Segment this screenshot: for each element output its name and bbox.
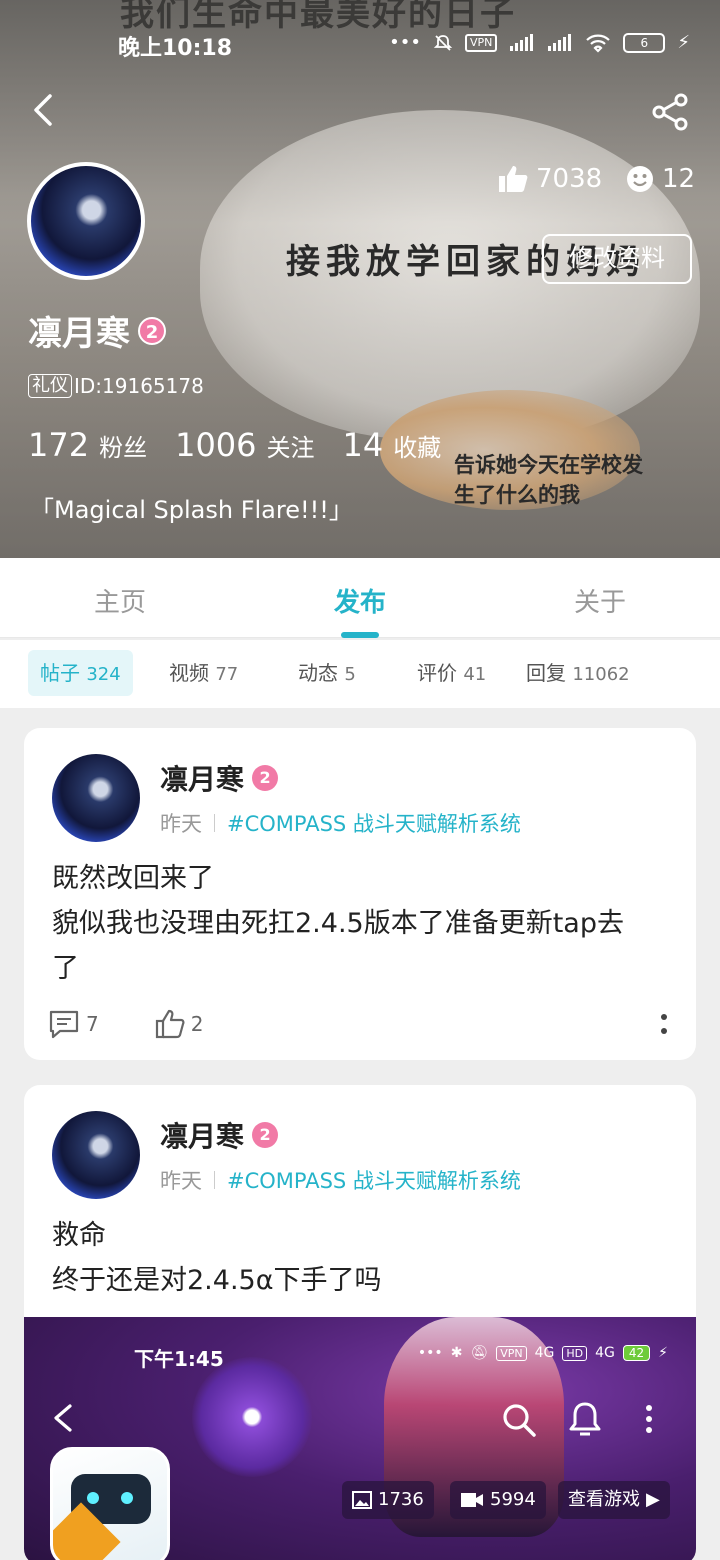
- battery-icon: 6: [623, 32, 666, 53]
- active-tab-indicator: [341, 632, 379, 638]
- tab-posts[interactable]: 发布: [240, 582, 480, 619]
- following-label[interactable]: 关注: [267, 428, 315, 463]
- profile-avatar[interactable]: [27, 162, 145, 280]
- post-topic-link[interactable]: #COMPASS 战斗天赋解析系统: [227, 808, 521, 838]
- profile-likes: 7038: [498, 164, 602, 194]
- charging-icon: ⚡: [677, 32, 690, 53]
- post-time: 昨天: [160, 812, 202, 836]
- image-count-pill: 1736: [342, 1481, 434, 1519]
- video-icon: [461, 1493, 483, 1507]
- profile-screen: 我们生命中最美好的日子 接我放学回家的妈妈 告诉她今天在学校发生了什么的我 晚上…: [0, 0, 720, 1560]
- smile-icon: [627, 166, 653, 192]
- back-icon[interactable]: [26, 90, 66, 130]
- bluetooth-icon: ✱: [450, 1345, 463, 1361]
- profile-id: ID:19165178: [74, 374, 204, 398]
- post-author-avatar[interactable]: [52, 1111, 140, 1199]
- level-badge: 2: [252, 1122, 279, 1148]
- favorites-label[interactable]: 收藏: [393, 428, 441, 463]
- post-author-name[interactable]: 凛月寒: [160, 758, 244, 798]
- dots-icon: •••: [389, 32, 421, 53]
- divider: [214, 814, 215, 832]
- wifi-icon: [586, 34, 611, 53]
- signal-icon: [510, 33, 534, 51]
- level-badge: 2: [252, 765, 279, 791]
- level-badge: 2: [138, 316, 166, 345]
- image-icon: [352, 1491, 372, 1509]
- likes-count: 7038: [536, 164, 603, 194]
- flower-emblem-graphic: [192, 1357, 312, 1477]
- thumbs-up-icon: [499, 166, 528, 192]
- followers-label[interactable]: 粉丝: [99, 428, 147, 463]
- post-actions: 7 2: [48, 1006, 678, 1042]
- profile-tag-badge: 礼仪: [28, 374, 72, 398]
- subtab-videos[interactable]: 视频 77: [157, 650, 250, 696]
- back-icon: [54, 1404, 72, 1432]
- divider: [214, 1171, 215, 1189]
- followers-count[interactable]: 172: [28, 426, 89, 464]
- profile-username: 凛月寒: [28, 314, 130, 354]
- more-options-icon[interactable]: [654, 1006, 674, 1042]
- post-author-avatar[interactable]: [52, 754, 140, 842]
- vpn-icon: VPN: [464, 33, 498, 52]
- status-time: 晚上10:18: [118, 36, 233, 61]
- image-status-icons: ••• ✱ 🔕︎ VPN 4G HD 4G 42 ⚡: [418, 1345, 668, 1361]
- subtab-threads[interactable]: 帖子 324: [28, 650, 133, 696]
- post-body[interactable]: 救命 终于还是对2.4.5α下手了吗: [52, 1213, 672, 1303]
- mute-bell-icon: 🔕︎: [470, 1345, 489, 1361]
- post-card[interactable]: 凛月寒 2 昨天 #COMPASS 战斗天赋解析系统 既然改回来了 貌似我也没理…: [24, 728, 696, 1060]
- more-options-icon: [646, 1405, 652, 1433]
- reactions-count: 12: [662, 164, 696, 194]
- following-count[interactable]: 1006: [175, 426, 256, 464]
- post-meta: 昨天 #COMPASS 战斗天赋解析系统: [160, 808, 521, 838]
- tab-home[interactable]: 主页: [0, 582, 240, 619]
- comment-count: 7: [86, 1012, 99, 1036]
- post-author-name[interactable]: 凛月寒: [160, 1115, 244, 1155]
- play-arrow-icon: ▶: [646, 1489, 660, 1510]
- mute-bell-icon: [433, 34, 453, 51]
- main-tabs: 主页 发布 关于: [0, 558, 720, 638]
- post-time: 昨天: [160, 1169, 202, 1193]
- comment-icon: [49, 1010, 79, 1039]
- meme-caption-bottom: 告诉她今天在学校发生了什么的我: [454, 453, 643, 507]
- edit-profile-button[interactable]: 修改资料: [542, 234, 692, 284]
- post-card[interactable]: 凛月寒 2 昨天 #COMPASS 战斗天赋解析系统 救命 终于还是对2.4.5…: [24, 1085, 696, 1560]
- view-game-pill: 查看游戏 ▶: [558, 1481, 670, 1519]
- comment-button[interactable]: 7: [48, 1009, 99, 1039]
- profile-reactions: 12: [626, 164, 695, 194]
- profile-name: 凛月寒 2: [28, 306, 166, 355]
- search-icon: [503, 1404, 536, 1437]
- post-author: 凛月寒 2: [160, 1115, 279, 1155]
- video-count-pill: 5994: [450, 1481, 546, 1519]
- network-4g-label-2: 4G: [595, 1345, 615, 1361]
- post-topic-link[interactable]: #COMPASS 战斗天赋解析系统: [227, 1165, 521, 1195]
- hd-icon: HD: [562, 1345, 588, 1361]
- share-icon[interactable]: [650, 92, 690, 132]
- profile-stats: 172 粉丝 1006 关注 14 收藏: [28, 426, 469, 464]
- battery-icon: 42: [622, 1345, 651, 1361]
- favorites-count[interactable]: 14: [343, 426, 384, 464]
- image-status-time: 下午1:45: [134, 1347, 224, 1371]
- bell-icon: [569, 1402, 601, 1436]
- post-author: 凛月寒 2: [160, 758, 279, 798]
- vpn-icon: VPN: [496, 1345, 527, 1361]
- post-body[interactable]: 既然改回来了 貌似我也没理由死扛2.4.5版本了准备更新tap去 了: [52, 856, 672, 991]
- status-bar: 晚上10:18 ••• VPN 6 ⚡: [0, 28, 720, 62]
- dots-icon: •••: [417, 1345, 443, 1361]
- like-button[interactable]: 2: [155, 1009, 204, 1039]
- signal-hd-icon: [548, 33, 572, 51]
- like-count: 2: [190, 1012, 204, 1036]
- game-app-icon: [50, 1447, 170, 1560]
- subtab-moments[interactable]: 动态 5: [286, 650, 368, 696]
- network-4g-label: 4G: [534, 1345, 555, 1361]
- charging-icon: ⚡: [658, 1345, 668, 1361]
- post-meta: 昨天 #COMPASS 战斗天赋解析系统: [160, 1165, 521, 1195]
- profile-bio: 「Magical Splash Flare!!!」: [30, 496, 353, 524]
- subtab-replies[interactable]: 回复 11062: [514, 650, 642, 696]
- tab-about[interactable]: 关于: [480, 582, 720, 619]
- subtab-reviews[interactable]: 评价 41: [405, 650, 498, 696]
- content-filter-tabs: 帖子 324 视频 77 动态 5 评价 41 回复 11062: [0, 640, 720, 708]
- post-image[interactable]: 下午1:45 ••• ✱ 🔕︎ VPN 4G HD 4G 42 ⚡ 1736 5…: [24, 1317, 696, 1560]
- profile-id-line: 礼仪 ID:19165178: [28, 374, 204, 398]
- thumbs-up-icon: [155, 1009, 185, 1039]
